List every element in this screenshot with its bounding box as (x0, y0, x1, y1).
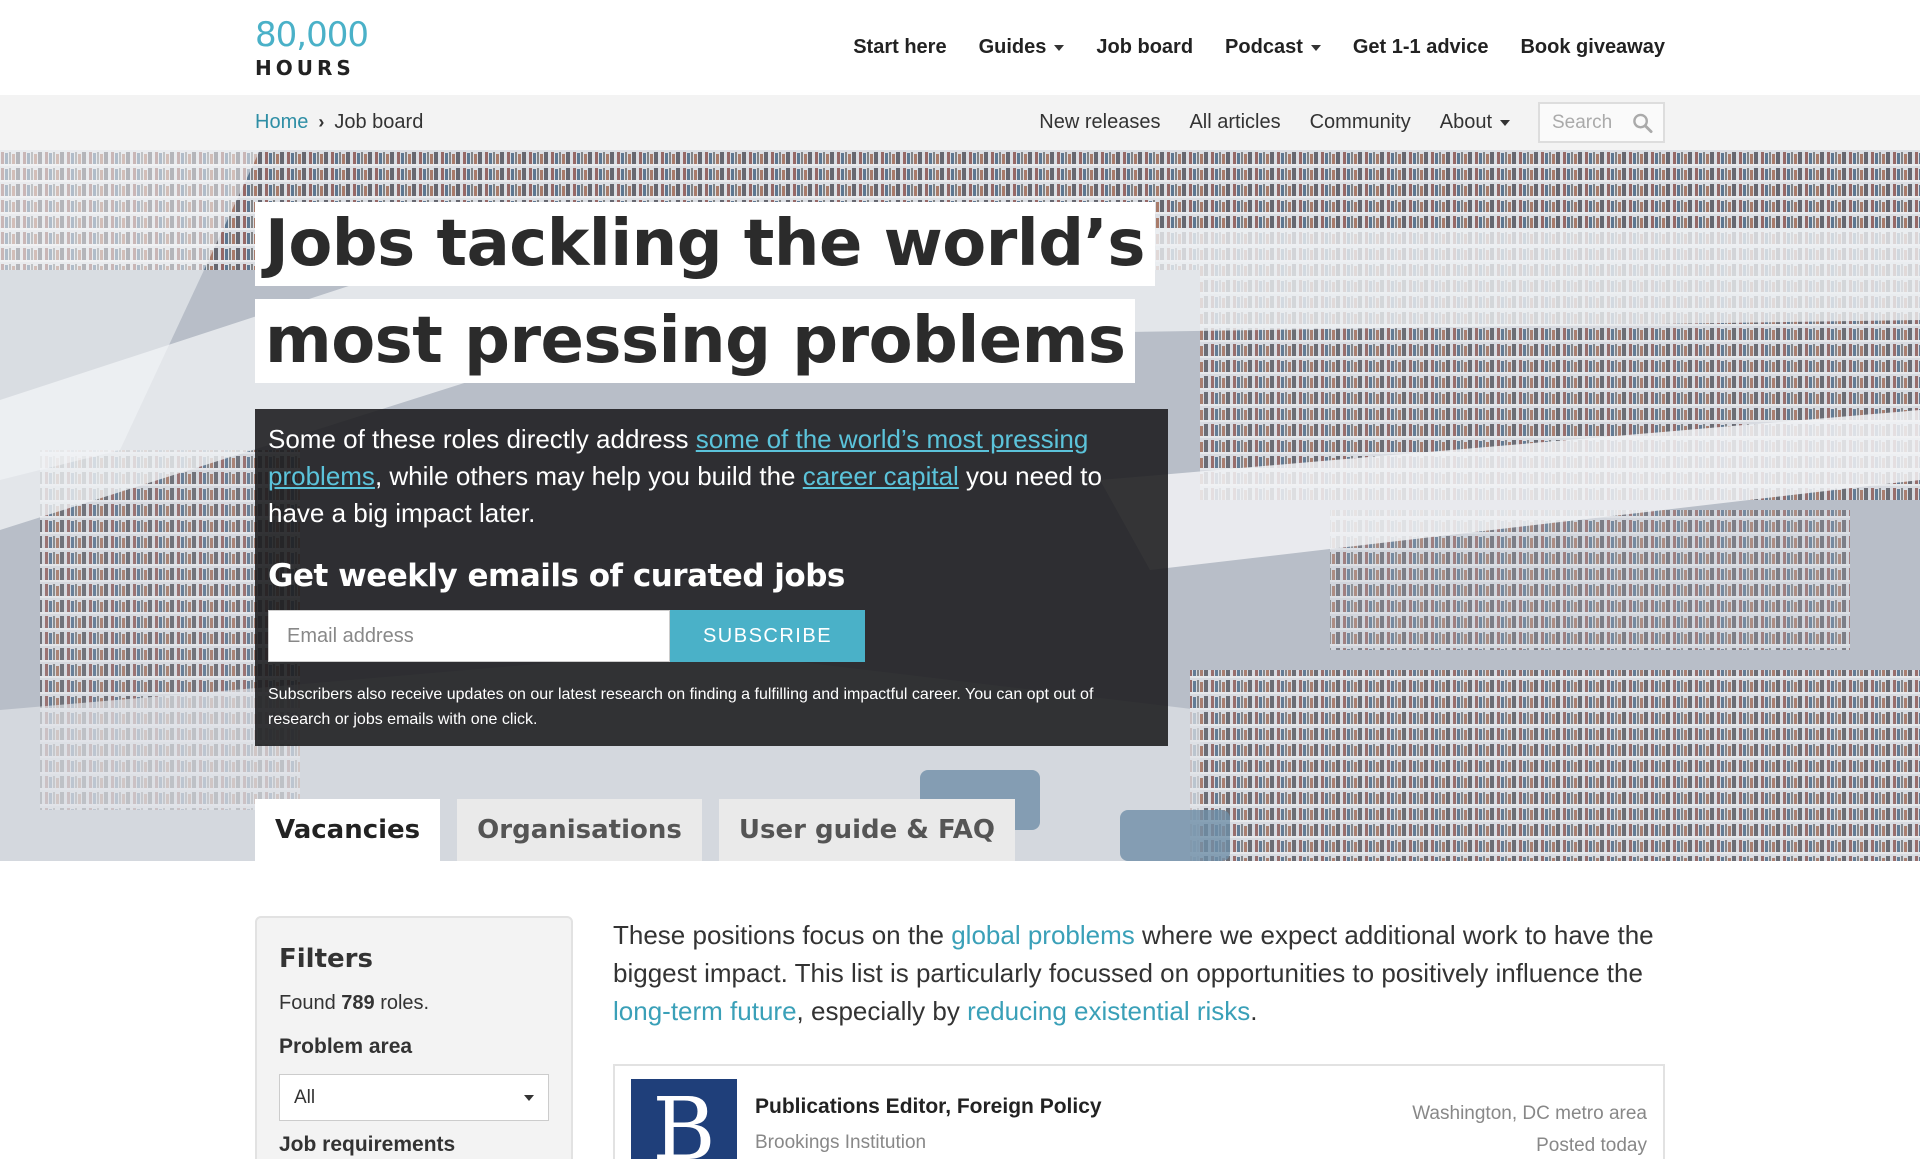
secondary-bar: Home › Job board New releases All articl… (0, 95, 1920, 150)
email-field[interactable] (268, 610, 670, 662)
caret-down-icon (1500, 119, 1510, 126)
caret-down-icon (524, 1094, 534, 1101)
search-input[interactable] (1552, 111, 1632, 134)
nav-label: Job board (1096, 36, 1194, 58)
problem-area-select[interactable]: All (279, 1074, 549, 1121)
logo-word: HOURS (255, 55, 355, 80)
nav-book-giveaway[interactable]: Book giveaway (1520, 36, 1665, 59)
select-value: All (294, 1086, 316, 1108)
nav-label: Guides (978, 36, 1047, 58)
nav-all-articles[interactable]: All articles (1189, 111, 1280, 134)
nav-guides[interactable]: Guides (979, 36, 1065, 59)
career-capital-link[interactable]: career capital (803, 461, 959, 491)
tab-vacancies[interactable]: Vacancies (255, 799, 441, 861)
hero-section: Jobs tackling the world’s most pressing … (0, 150, 1920, 861)
found-number: 789 (341, 992, 375, 1014)
subscribe-button[interactable]: SUBSCRIBE (670, 610, 865, 662)
problem-area-label: Problem area (279, 1035, 413, 1058)
search-icon[interactable] (1632, 112, 1653, 134)
site-logo[interactable]: 80,000 HOURS (255, 14, 369, 80)
secondary-nav: New releases All articles Community Abou… (1010, 102, 1665, 143)
nav-label: Book giveaway (1520, 36, 1665, 58)
nav-label: About (1439, 111, 1492, 133)
job-meta: Washington, DC metro area Posted today (1412, 1079, 1647, 1159)
logo-number: 80,000 (255, 14, 369, 55)
hero-title-line-1: Jobs tackling the world’s (255, 202, 1155, 286)
job-title[interactable]: Publications Editor, Foreign Policy (755, 1095, 1412, 1119)
listing-main: These positions focus on the global prob… (613, 916, 1665, 1159)
lead-text: , especially by (796, 996, 968, 1026)
intro-text: , while others may help you build the (374, 461, 803, 491)
job-card[interactable]: B Publications Editor, Foreign Policy Br… (613, 1064, 1665, 1159)
email-signup-form: SUBSCRIBE (268, 610, 1155, 662)
caret-down-icon (1310, 44, 1321, 51)
nav-about[interactable]: About (1440, 111, 1510, 134)
job-requirements-label: Job requirements (279, 1133, 456, 1156)
found-count: Found 789 roles. (279, 992, 549, 1015)
chevron-right-icon: › (318, 112, 325, 132)
filters-heading: Filters (279, 944, 373, 974)
search-box (1538, 102, 1665, 143)
lead-text: . (1250, 996, 1258, 1026)
nav-podcast[interactable]: Podcast (1225, 36, 1321, 59)
nav-job-board[interactable]: Job board (1096, 36, 1193, 59)
intro-paragraph: Some of these roles directly address som… (268, 421, 1155, 532)
job-location: Washington, DC metro area (1412, 1103, 1647, 1124)
nav-get-advice[interactable]: Get 1-1 advice (1353, 36, 1489, 59)
hero-title-line-2: most pressing problems (255, 299, 1136, 383)
existential-risks-link[interactable]: reducing existential risks (967, 996, 1250, 1026)
intro-text: Some of these roles directly address (268, 424, 696, 454)
breadcrumb: Home › Job board (255, 111, 423, 134)
lead-text: These positions focus on the (613, 920, 952, 950)
job-info: Publications Editor, Foreign Policy Broo… (755, 1079, 1412, 1159)
nav-new-releases[interactable]: New releases (1039, 111, 1160, 134)
breadcrumb-current: Job board (334, 111, 424, 133)
filters-panel: Filters Found 789 roles. Problem area Al… (255, 916, 573, 1159)
long-term-future-link[interactable]: long-term future (613, 996, 797, 1026)
nav-community[interactable]: Community (1310, 111, 1411, 134)
global-problems-link[interactable]: global problems (951, 920, 1135, 950)
job-posted-date: Posted today (1536, 1135, 1647, 1156)
nav-label: Podcast (1225, 36, 1303, 58)
nav-label: Start here (853, 36, 947, 58)
job-organisation: Brookings Institution (755, 1132, 927, 1153)
nav-start-here[interactable]: Start here (853, 36, 946, 59)
found-suffix: roles. (374, 992, 430, 1014)
tab-user-guide[interactable]: User guide & FAQ (718, 799, 1016, 861)
main-nav: Start here Guides Job board Podcast Get … (821, 36, 1665, 59)
breadcrumb-home-link[interactable]: Home (255, 111, 308, 134)
job-listing-content: Filters Found 789 roles. Problem area Al… (0, 861, 1920, 1159)
nav-label: Get 1-1 advice (1352, 36, 1489, 58)
subscribe-fine-print: Subscribers also receive updates on our … (268, 686, 1094, 728)
subscribe-panel: Some of these roles directly address som… (255, 409, 1168, 746)
found-prefix: Found (279, 992, 342, 1014)
weekly-emails-heading: Get weekly emails of curated jobs (268, 558, 845, 594)
top-navigation: 80,000 HOURS Start here Guides Job board… (0, 0, 1920, 95)
caret-down-icon (1054, 44, 1065, 51)
listing-intro: These positions focus on the global prob… (613, 916, 1665, 1030)
tab-organisations[interactable]: Organisations (457, 799, 702, 861)
job-board-tabs: Vacancies Organisations User guide & FAQ (255, 799, 1032, 861)
organisation-logo: B (631, 1079, 737, 1159)
